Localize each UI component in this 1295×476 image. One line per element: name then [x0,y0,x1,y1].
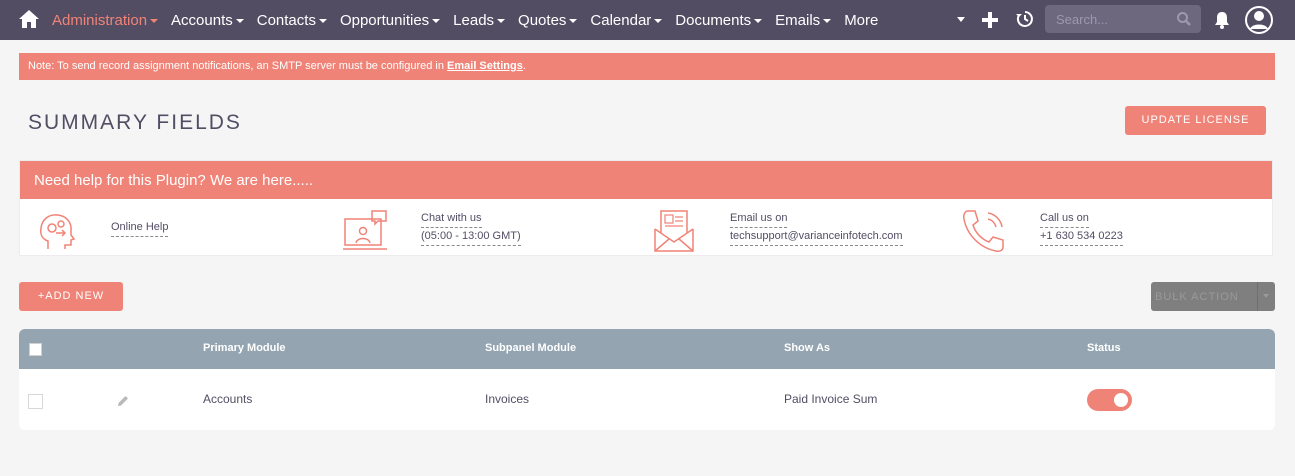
add-new-button[interactable]: +ADD NEW [19,282,123,311]
chat-label[interactable]: Chat with us [421,210,482,228]
help-header: Need help for this Plugin? We are here..… [20,161,1272,199]
nav-item-label: Administration [52,11,148,29]
chevron-down-icon [754,19,763,23]
top-navbar: Administration Accounts Contacts Opportu… [0,0,1295,40]
cell-subpanel-module: Invoices [485,392,530,406]
nav-item-label: Quotes [518,11,567,29]
nav-item-label: Calendar [590,11,652,29]
head-gears-icon [40,214,76,249]
chevron-down-icon [432,19,441,23]
pencil-edit-icon[interactable] [116,394,130,408]
chevron-down-icon [235,19,244,23]
nav-item-more[interactable]: More [844,12,878,29]
email-label[interactable]: Email us on [730,210,788,228]
chevron-down-icon [150,19,159,23]
search-input[interactable] [1045,5,1165,33]
column-header-status[interactable]: Status [1087,342,1121,354]
plus-icon[interactable] [980,10,1000,30]
bulk-action-label: BULK ACTION [1155,290,1239,303]
toggle-knob [1114,393,1128,407]
nav-item-label: Opportunities [339,11,430,29]
nav-item-leads[interactable]: Leads [453,11,506,29]
chevron-down-icon[interactable] [1257,282,1275,311]
bulk-action-dropdown[interactable]: BULK ACTION [1151,282,1275,311]
chevron-down-icon [823,19,832,23]
phone-icon [963,210,1004,252]
email-settings-link[interactable]: Email Settings [447,60,523,72]
user-avatar-icon[interactable] [1244,5,1274,35]
table-header: Primary Module Subpanel Module Show As S… [19,329,1275,369]
nav-item-label: Documents [675,11,752,29]
notice-text: Note: To send record assignment notifica… [28,60,448,72]
select-all-checkbox[interactable] [29,343,42,356]
nav-item-emails[interactable]: Emails [775,11,832,29]
nav-item-opportunities[interactable]: Opportunities [339,11,441,29]
summary-fields-table: Primary Module Subpanel Module Show As S… [19,329,1275,430]
nav-item-administration[interactable]: Administration [52,11,159,29]
home-icon[interactable] [18,9,40,29]
nav-menu: Administration Accounts Contacts Opportu… [52,0,891,40]
table-row: Accounts Invoices Paid Invoice Sum [19,369,1275,430]
nav-item-documents[interactable]: Documents [675,11,763,29]
column-header-primary-module[interactable]: Primary Module [203,342,286,354]
call-text: Call us on +1 630 534 0223 [1040,210,1123,246]
search-icon[interactable] [1176,11,1192,27]
call-label[interactable]: Call us on [1040,210,1089,228]
chevron-down-icon [318,19,327,23]
nav-item-label: Leads [453,11,495,29]
help-panel: Need help for this Plugin? We are here..… [19,160,1273,256]
cell-show-as: Paid Invoice Sum [784,392,878,406]
chevron-down-icon [569,19,578,23]
support-phone-link[interactable]: +1 630 534 0223 [1040,228,1123,246]
support-email-link[interactable]: techsupport@varianceinfotech.com [730,228,903,246]
email-text: Email us on techsupport@varianceinfotech… [730,210,903,246]
nav-item-quotes[interactable]: Quotes [518,11,578,29]
chat-text: Chat with us (05:00 - 13:00 GMT) [421,210,521,246]
smtp-notice: Note: To send record assignment notifica… [19,53,1275,80]
status-toggle[interactable] [1087,389,1132,411]
nav-item-label: Contacts [256,11,316,29]
bell-icon[interactable] [1212,10,1232,30]
history-icon[interactable] [1015,9,1035,29]
nav-item-calendar[interactable]: Calendar [590,11,663,29]
chevron-down-icon[interactable] [957,17,965,22]
page-title: SUMMARY FIELDS [28,111,242,134]
chevron-down-icon [654,19,663,23]
nav-item-accounts[interactable]: Accounts [171,12,244,29]
row-checkbox[interactable] [28,394,43,409]
cell-primary-module: Accounts [203,392,253,406]
notice-suffix: . [522,60,526,72]
envelope-icon [654,210,694,252]
online-help-link[interactable]: Online Help [111,219,169,237]
nav-item-label: Accounts [171,11,233,29]
chevron-down-icon [497,19,506,23]
search-box [1045,5,1201,33]
laptop-chat-icon [343,210,387,250]
chat-hours[interactable]: (05:00 - 13:00 GMT) [421,228,521,246]
nav-item-label: Emails [775,11,821,29]
update-license-button[interactable]: UPDATE LICENSE [1125,106,1266,135]
column-header-show-as[interactable]: Show As [784,342,830,354]
nav-item-contacts[interactable]: Contacts [257,12,327,29]
online-help-text: Online Help [111,219,169,237]
nav-item-label: More [844,11,879,29]
column-header-subpanel-module[interactable]: Subpanel Module [485,342,576,354]
